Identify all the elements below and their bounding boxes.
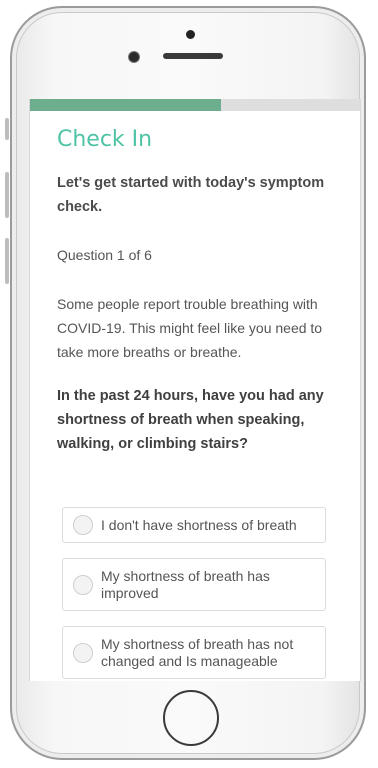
mute-switch bbox=[5, 118, 9, 140]
volume-down-button bbox=[5, 238, 9, 284]
sensor-icon bbox=[129, 52, 139, 62]
radio-unchecked-icon[interactable] bbox=[73, 642, 93, 663]
answer-option-label: My shortness of breath has not changed a… bbox=[101, 635, 294, 669]
question-description: Some people report trouble breathing wit… bbox=[57, 296, 323, 360]
volume-up-button bbox=[5, 172, 9, 218]
radio-unchecked-icon[interactable] bbox=[73, 574, 93, 595]
home-button[interactable] bbox=[163, 690, 219, 746]
progress-bar-fill bbox=[30, 99, 222, 111]
answer-option-label: I don't have shortness of breath bbox=[101, 516, 297, 533]
answer-option[interactable]: I don't have shortness of breath bbox=[62, 507, 326, 543]
answer-option-label: My shortness of breath has improved bbox=[101, 567, 270, 601]
answer-option[interactable]: My shortness of breath has not changed a… bbox=[62, 626, 326, 679]
screen: Check In Let's get started with today's … bbox=[29, 99, 361, 681]
page-title: Check In bbox=[57, 127, 153, 152]
intro-text: Let's get started with today's symptom c… bbox=[57, 175, 325, 215]
answer-option[interactable]: My shortness of breath has improved bbox=[62, 558, 326, 611]
progress-bar bbox=[30, 99, 360, 111]
answer-options: I don't have shortness of breath My shor… bbox=[62, 507, 326, 681]
check-in-content: Check In Let's get started with today's … bbox=[57, 125, 347, 456]
front-camera-icon bbox=[186, 30, 195, 39]
radio-unchecked-icon[interactable] bbox=[73, 515, 93, 535]
question-text: In the past 24 hours, have you had any s… bbox=[57, 388, 324, 452]
earpiece-speaker bbox=[163, 53, 223, 59]
question-counter: Question 1 of 6 bbox=[57, 247, 152, 263]
